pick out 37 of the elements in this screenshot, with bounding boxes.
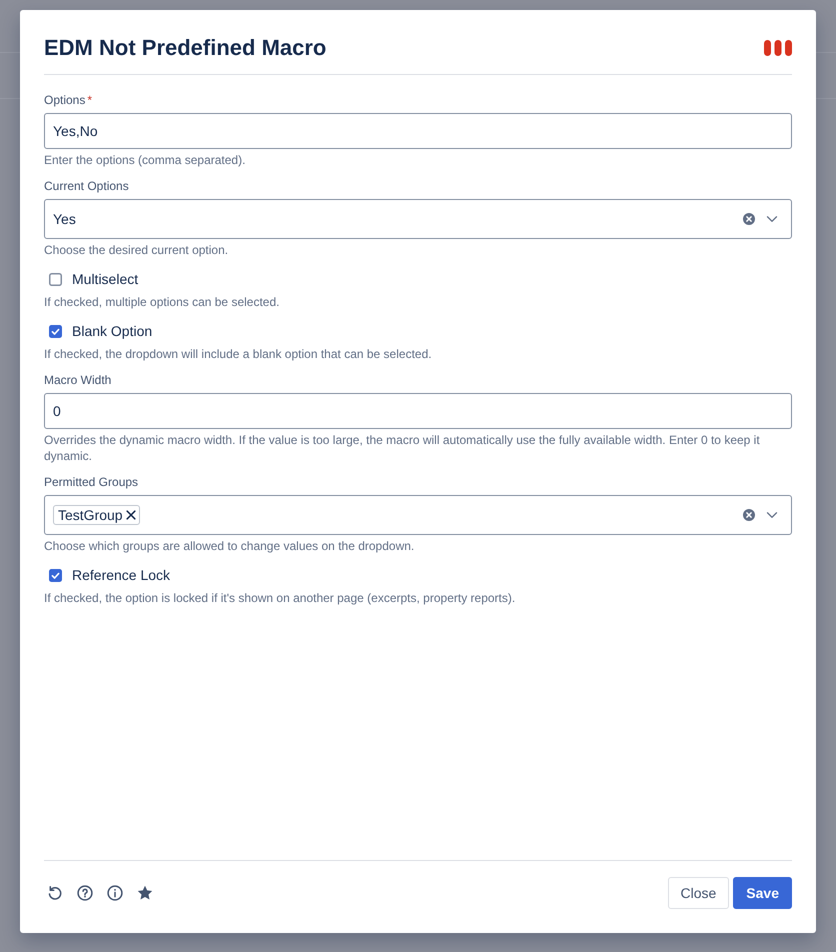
checkbox-label[interactable]: Blank Option [72,323,152,339]
clear-icon[interactable] [743,213,755,225]
text-field[interactable]: Yes,No [44,113,792,149]
checkbox[interactable] [49,272,62,286]
help-icon[interactable] [77,885,93,901]
help-text: Choose which groups are allowed to change values on the dropdown. [44,538,416,554]
field-label: Current Options [44,178,129,194]
help-text: If checked, multiple options can be selected. [44,294,280,310]
remove-icon[interactable] [126,510,136,520]
checkbox-label[interactable]: Multiselect [72,271,138,287]
checkbox-label[interactable]: Reference Lock [72,567,170,583]
help-text: Choose the desired current option. [44,242,230,258]
help-text: Overrides the dynamic macro width. If the value is too large, the macro will automatically use the fully available width. Enter 0 to keep it dynamic. [44,432,761,464]
required-mark: * [87,92,92,108]
logo-icon [764,40,792,56]
field-label: Options [44,92,86,108]
chevron-down-icon[interactable] [766,213,778,225]
select-value: Yes [53,211,76,227]
checkbox[interactable] [49,324,62,338]
checkbox[interactable] [49,568,62,582]
text-field[interactable]: 0 [44,393,792,429]
star-icon[interactable] [137,885,153,901]
help-text: If checked, the option is locked if it's shown on another page (excerpts, property reports). [44,590,516,606]
help-text: Enter the options (comma separated). [44,152,246,168]
group-tag[interactable]: TestGroup [53,505,140,525]
multi-select-field[interactable]: TestGroup [44,495,792,535]
clear-icon[interactable] [743,509,755,521]
chevron-down-icon[interactable] [766,509,778,521]
help-text: If checked, the dropdown will include a blank option that can be selected. [44,346,433,362]
secondary-button[interactable]: Close [668,877,730,909]
field-label: Macro Width [44,372,112,388]
select-field[interactable]: Yes [44,199,792,239]
dialog-title: EDM Not Predefined Macro [44,34,326,62]
field-label: Permitted Groups [44,474,138,490]
primary-button[interactable]: Save [733,877,792,909]
undo-icon[interactable] [47,885,63,901]
info-icon[interactable] [107,885,123,901]
